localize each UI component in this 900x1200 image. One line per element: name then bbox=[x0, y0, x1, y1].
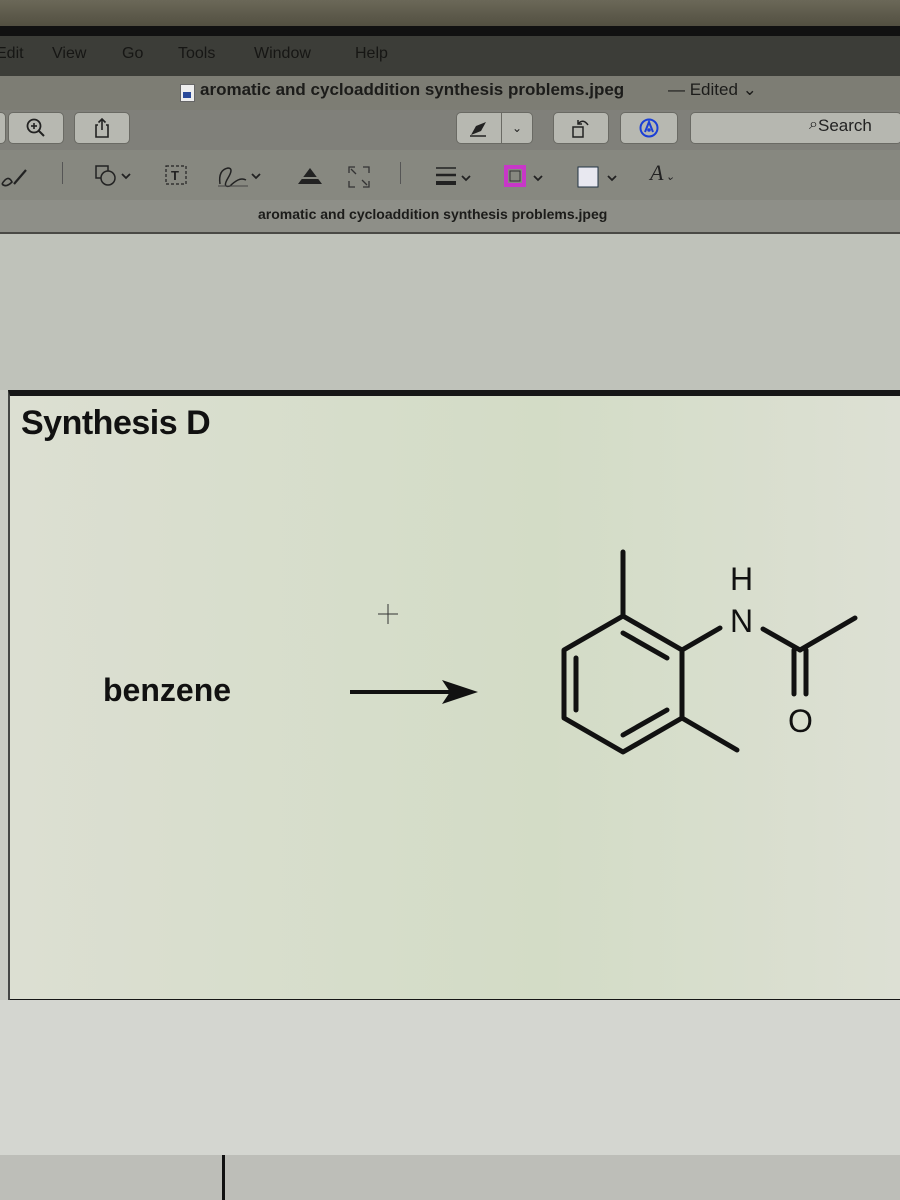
canvas-background-lower bbox=[0, 1000, 900, 1155]
acetyl-methyl-bond bbox=[797, 615, 858, 653]
menu-view[interactable]: View bbox=[52, 45, 86, 63]
atom-label-n: N bbox=[730, 603, 753, 639]
fill-color-tool[interactable] bbox=[576, 164, 626, 190]
markup-toolbar-button[interactable] bbox=[620, 112, 678, 144]
menu-go[interactable]: Go bbox=[122, 45, 143, 63]
crosshair-cursor-icon bbox=[378, 604, 398, 624]
svg-text:T: T bbox=[171, 168, 179, 183]
zoom-in-button[interactable] bbox=[8, 112, 64, 144]
sidebar-button[interactable] bbox=[0, 112, 6, 144]
zoom-in-icon bbox=[26, 118, 45, 137]
canvas-background bbox=[0, 234, 900, 390]
window-divider bbox=[222, 1155, 225, 1200]
menu-bar: Edit View Go Tools Window Help bbox=[0, 36, 900, 76]
synthesis-heading: Synthesis D bbox=[21, 404, 211, 442]
markup-icon bbox=[639, 118, 659, 138]
window-title: aromatic and cycloaddition synthesis pro… bbox=[200, 80, 625, 99]
menu-edit[interactable]: Edit bbox=[0, 45, 24, 63]
monitor-edge bbox=[0, 26, 900, 36]
markup-pen-dropdown[interactable]: ⌄ bbox=[501, 112, 533, 144]
n-c-bond bbox=[760, 626, 803, 653]
menu-tools[interactable]: Tools bbox=[178, 45, 215, 63]
menu-help[interactable]: Help bbox=[355, 45, 388, 63]
border-color-tool[interactable] bbox=[504, 164, 554, 190]
adjust-color-icon bbox=[298, 168, 322, 184]
rotate-button[interactable] bbox=[553, 112, 609, 144]
atom-label-o: O bbox=[788, 703, 813, 739]
reactant-label: benzene bbox=[103, 672, 232, 708]
markup-pen-button[interactable] bbox=[456, 112, 502, 144]
share-button[interactable] bbox=[74, 112, 130, 144]
search-placeholder: Search bbox=[818, 116, 872, 135]
c-n-bond bbox=[679, 625, 723, 653]
document-filename: aromatic and cycloaddition synthesis pro… bbox=[258, 206, 608, 222]
menu-window[interactable]: Window bbox=[254, 45, 311, 63]
shape-style-tool[interactable] bbox=[434, 164, 480, 190]
atom-label-h: H bbox=[730, 561, 753, 597]
toolbar-divider bbox=[400, 162, 401, 184]
search-icon: ⌕ bbox=[809, 116, 818, 133]
methyl-bond-bottom bbox=[679, 715, 740, 753]
fill-color-swatch bbox=[577, 166, 599, 188]
text-tool[interactable]: T bbox=[164, 164, 190, 188]
chevron-down-icon: ⌄ bbox=[511, 121, 523, 135]
sign-tool[interactable] bbox=[216, 162, 268, 192]
pen-icon bbox=[470, 122, 486, 137]
border-color-swatch bbox=[504, 165, 526, 187]
signature-icon bbox=[218, 167, 247, 188]
next-window-edge bbox=[0, 1155, 900, 1200]
text-style-icon: A bbox=[650, 160, 664, 185]
edited-status-dropdown[interactable]: — Edited ⌄ bbox=[668, 80, 757, 100]
toolbar-divider bbox=[62, 162, 63, 184]
text-style-tool[interactable]: A ⌄ bbox=[650, 160, 675, 186]
jpeg-file-icon bbox=[180, 84, 195, 102]
rotate-icon bbox=[572, 120, 589, 138]
chevron-down-icon: ⌄ bbox=[665, 171, 675, 183]
reaction-arrow bbox=[350, 680, 478, 704]
adjust-size-tool[interactable] bbox=[346, 164, 372, 190]
shapes-tool[interactable] bbox=[94, 162, 140, 190]
sketch-tool[interactable] bbox=[0, 160, 40, 190]
product-structure: H N O bbox=[561, 549, 858, 755]
adjust-color-tool[interactable] bbox=[294, 164, 328, 188]
share-icon bbox=[95, 117, 109, 138]
benzene-ring bbox=[561, 613, 685, 755]
sketch-icon bbox=[1, 177, 13, 187]
